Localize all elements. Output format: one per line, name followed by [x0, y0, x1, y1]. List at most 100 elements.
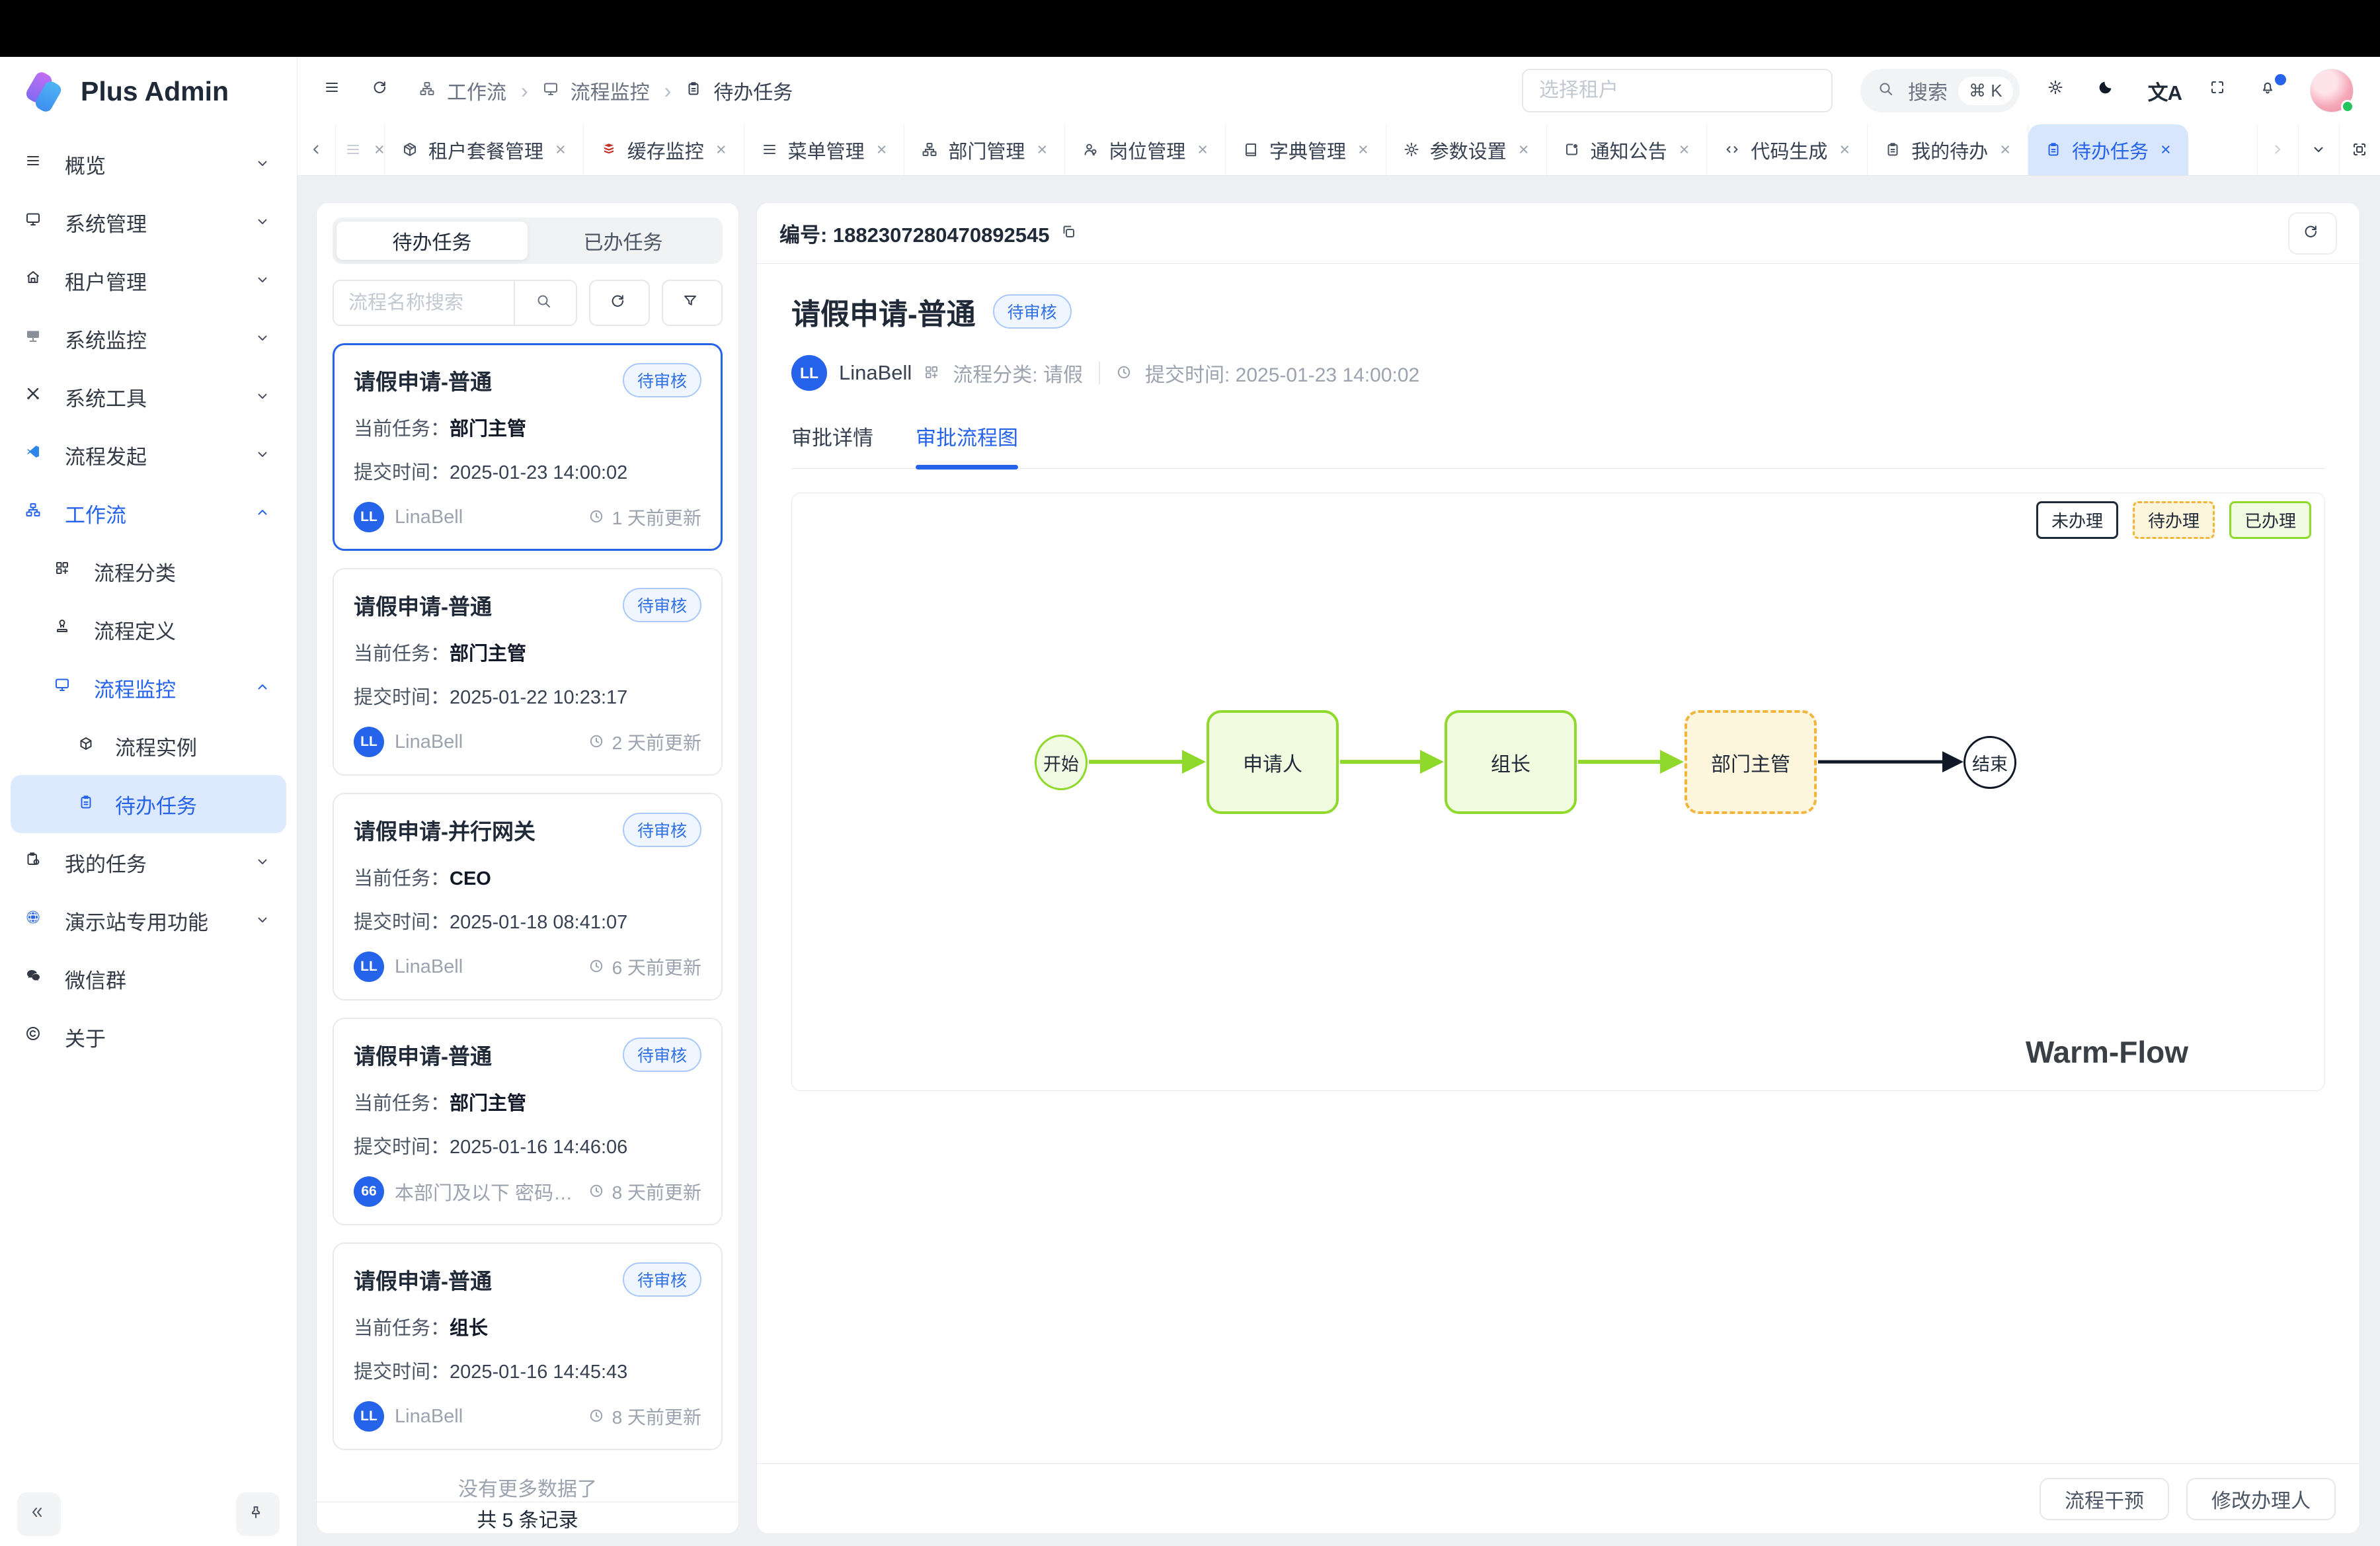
close-icon[interactable]: × — [1839, 140, 1850, 160]
clipboard-icon — [686, 81, 705, 101]
tab-pending-tasks[interactable]: 待办任务 — [337, 222, 528, 260]
sidebar-item-workflow[interactable]: 工作流 — [11, 484, 286, 542]
close-icon[interactable]: × — [2000, 140, 2010, 160]
task-search-input[interactable] — [334, 281, 514, 325]
task-card[interactable]: 请假申请-并行网关 待审核 当前任务：CEO 提交时间：2025-01-18 0… — [333, 793, 723, 1000]
detail-refresh-button[interactable] — [2288, 212, 2337, 255]
tab-approval-flowchart[interactable]: 审批流程图 — [916, 421, 1018, 468]
task-card[interactable]: 请假申请-普通 待审核 当前任务：部门主管 提交时间：2025-01-16 14… — [333, 1018, 723, 1225]
gear-icon — [1404, 142, 1421, 159]
sidebar-item-system-mgmt[interactable]: 系统管理 — [11, 193, 286, 251]
task-card[interactable]: 请假申请-普通 待审核 当前任务：组长 提交时间：2025-01-16 14:4… — [333, 1242, 723, 1450]
task-card[interactable]: 请假申请-普通 待审核 当前任务：部门主管 提交时间：2025-01-23 14… — [333, 343, 723, 551]
tabs-scroll-right-button[interactable] — [2257, 124, 2298, 175]
status-badge: 待审核 — [623, 1262, 701, 1297]
tab-post-mgmt[interactable]: 岗位管理 × — [1065, 124, 1226, 175]
detail-user: LinaBell — [839, 361, 912, 385]
close-icon[interactable]: × — [716, 140, 727, 160]
tenant-select-input[interactable] — [1522, 69, 1833, 112]
sidebar-item-process-initiate[interactable]: 流程发起 — [11, 426, 286, 484]
tab-code-gen[interactable]: 代码生成 × — [1707, 124, 1868, 175]
sidebar-item-tenant-mgmt[interactable]: 租户管理 — [11, 251, 286, 309]
close-icon[interactable]: × — [1519, 140, 1529, 160]
monitor-icon — [25, 211, 48, 233]
sidebar-item-wechat-group[interactable]: 微信群 — [11, 950, 286, 1008]
process-intervene-button[interactable]: 流程干预 — [2040, 1478, 2169, 1520]
detail-footer: 流程干预 修改办理人 — [757, 1463, 2360, 1533]
flowchart-canvas[interactable]: 未办理 待办理 已办理 — [791, 493, 2325, 1091]
task-card[interactable]: 请假申请-普通 待审核 当前任务：部门主管 提交时间：2025-01-22 10… — [333, 568, 723, 776]
tab-my-todo[interactable]: 我的待办 × — [1868, 124, 2028, 175]
breadcrumb-todo-tasks[interactable]: 待办任务 — [686, 76, 793, 105]
close-icon[interactable]: × — [1197, 140, 1208, 160]
tab-tenant-package[interactable]: 租户套餐管理 × — [385, 124, 584, 175]
brand-title: Plus Admin — [81, 76, 229, 107]
brand[interactable]: Plus Admin — [0, 57, 297, 126]
package-icon — [402, 142, 419, 159]
close-icon[interactable]: × — [374, 140, 385, 160]
close-icon[interactable]: × — [1037, 140, 1047, 160]
sidebar-item-system-tools[interactable]: 系统工具 — [11, 368, 286, 426]
sidebar-menu: 概览 系统管理 租户管理 系统监控 系统工具 — [0, 126, 297, 1066]
tab-dept-mgmt[interactable]: 部门管理 × — [904, 124, 1065, 175]
tools-icon — [25, 386, 48, 408]
refresh-icon — [372, 79, 394, 102]
task-filter-button[interactable] — [662, 280, 723, 326]
tab-clipped[interactable]: × — [336, 124, 385, 175]
sitemap-icon — [25, 502, 48, 524]
tab-approval-detail[interactable]: 审批详情 — [791, 421, 873, 468]
settings-button[interactable] — [2047, 79, 2070, 102]
close-icon[interactable]: × — [877, 140, 887, 160]
tab-menu-mgmt[interactable]: 菜单管理 × — [744, 124, 905, 175]
refresh-page-button[interactable] — [372, 79, 394, 102]
chevron-down-icon — [255, 330, 272, 347]
stamp-icon — [54, 618, 77, 641]
change-assignee-button[interactable]: 修改办理人 — [2186, 1478, 2336, 1520]
tab-dict-mgmt[interactable]: 字典管理 × — [1226, 124, 1386, 175]
clock-icon — [588, 509, 606, 526]
sidebar-collapse-button[interactable] — [17, 1492, 61, 1536]
sidebar-item-process-monitor[interactable]: 流程监控 — [11, 659, 286, 717]
sidebar-item-demo-features[interactable]: 演示站专用功能 — [11, 891, 286, 950]
menu-lines-icon — [762, 142, 779, 159]
tab-cache-monitor[interactable]: 缓存监控 × — [584, 124, 744, 175]
task-list-panel: 待办任务 已办任务 — [316, 202, 739, 1534]
user-avatar[interactable] — [2310, 69, 2354, 112]
notifications-button[interactable] — [2260, 79, 2282, 102]
clipboard-icon — [2045, 142, 2063, 159]
sidebar-item-process-definition[interactable]: 流程定义 — [11, 600, 286, 659]
code-icon — [1724, 142, 1741, 159]
content-maximize-button[interactable] — [2339, 124, 2380, 175]
flow-node-team-leader: 组长 — [1445, 710, 1577, 814]
tab-param-settings[interactable]: 参数设置 × — [1386, 124, 1547, 175]
close-icon[interactable]: × — [1679, 140, 1690, 160]
sidebar-item-todo-tasks[interactable]: 待办任务 — [11, 775, 286, 833]
breadcrumb-process-monitor[interactable]: 流程监控 — [543, 76, 650, 105]
tabs-scroll-left-button[interactable] — [298, 124, 336, 175]
tab-notice[interactable]: 通知公告 × — [1547, 124, 1708, 175]
menu-toggle-button[interactable] — [324, 79, 346, 102]
system-menubar — [0, 0, 2380, 57]
tabs-dropdown-button[interactable] — [2298, 124, 2339, 175]
tab-todo-tasks[interactable]: 待办任务 × — [2028, 124, 2188, 175]
global-search-button[interactable]: 搜索 ⌘ K — [1860, 69, 2020, 112]
close-icon[interactable]: × — [555, 140, 566, 160]
copy-id-button[interactable] — [1060, 224, 1080, 243]
sidebar-item-process-instance[interactable]: 流程实例 — [11, 717, 286, 775]
task-reset-button[interactable] — [589, 280, 650, 326]
close-icon[interactable]: × — [1358, 140, 1368, 160]
sidebar-item-overview[interactable]: 概览 — [11, 135, 286, 193]
breadcrumb-workflow[interactable]: 工作流 — [419, 76, 506, 105]
tab-done-tasks[interactable]: 已办任务 — [528, 222, 719, 260]
dark-mode-button[interactable] — [2098, 79, 2120, 102]
sidebar-item-system-monitor[interactable]: 系统监控 — [11, 309, 286, 368]
detail-header: 编号: 1882307280470892545 — [757, 203, 2360, 264]
sidebar-item-my-tasks[interactable]: 我的任务 — [11, 833, 286, 891]
sidebar-item-process-category[interactable]: 流程分类 — [11, 542, 286, 600]
close-icon[interactable]: × — [2161, 140, 2171, 160]
sidebar-item-about[interactable]: 关于 — [11, 1008, 286, 1066]
task-search-button[interactable] — [514, 281, 576, 325]
fullscreen-button[interactable] — [2209, 79, 2232, 102]
sidebar-pin-button[interactable] — [236, 1492, 280, 1536]
language-button[interactable]: 文A — [2148, 76, 2182, 106]
